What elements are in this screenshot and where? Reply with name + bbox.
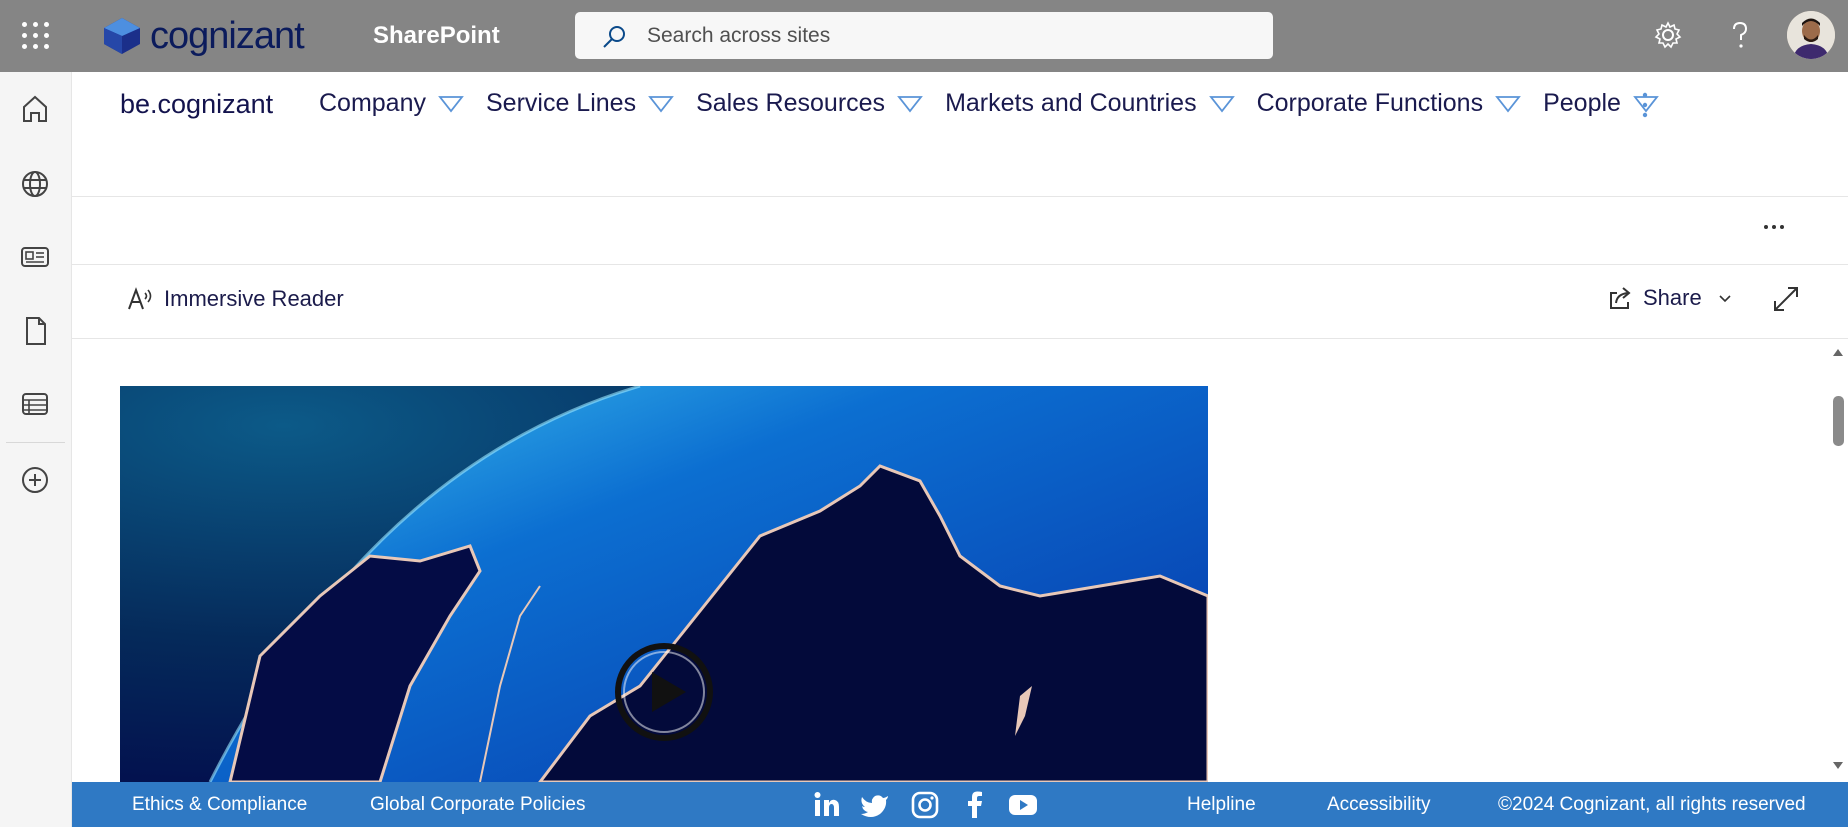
lists-icon[interactable] <box>18 387 52 421</box>
footer-link-policies[interactable]: Global Corporate Policies <box>370 794 585 816</box>
scrollbar-track <box>1833 349 1844 769</box>
linkedin-icon[interactable] <box>812 790 842 820</box>
home-icon[interactable] <box>18 92 52 126</box>
cognizant-logo-mark-icon <box>104 18 140 54</box>
chevron-down-icon <box>648 95 674 112</box>
nav-item-label: People <box>1543 89 1621 117</box>
user-avatar-image-icon <box>1787 11 1835 59</box>
immersive-reader-icon <box>128 287 152 310</box>
suite-bar: cognizant SharePoint <box>0 0 1848 72</box>
search-box[interactable] <box>575 12 1273 59</box>
page-scrollbar[interactable] <box>1828 340 1848 780</box>
news-icon[interactable] <box>18 240 52 274</box>
settings-gear-icon[interactable] <box>1650 17 1686 53</box>
rail-divider <box>6 442 65 443</box>
nav-item-markets-and-countries[interactable]: Markets and Countries <box>945 89 1235 118</box>
globe-icon[interactable] <box>18 167 52 201</box>
nav-item-service-lines[interactable]: Service Lines <box>486 89 674 118</box>
logo-text: cognizant <box>150 14 305 57</box>
search-icon <box>603 26 625 48</box>
more-horizontal-icon[interactable] <box>1759 217 1789 237</box>
search-input[interactable] <box>645 21 1249 51</box>
immersive-reader-label: Immersive Reader <box>164 286 344 311</box>
nav-item-label: Markets and Countries <box>945 89 1197 117</box>
footer-link-helpline[interactable]: Helpline <box>1187 794 1256 816</box>
video-player[interactable] <box>120 386 1208 782</box>
nav-item-label: Company <box>319 89 426 117</box>
chevron-down-icon <box>897 95 923 112</box>
chevron-down-icon <box>438 95 464 112</box>
left-app-rail <box>0 72 72 827</box>
user-avatar[interactable] <box>1787 11 1835 59</box>
page-toolbar: Immersive Reader Share <box>72 265 1848 339</box>
hub-nav-list: Company Service Lines Sales Resources Ma… <box>319 89 1681 118</box>
site-footer: Ethics & Compliance Global Corporate Pol… <box>72 782 1848 827</box>
play-icon[interactable] <box>614 642 714 742</box>
facebook-icon[interactable] <box>960 790 990 820</box>
twitter-icon[interactable] <box>860 790 890 820</box>
share-button[interactable]: Share <box>1607 285 1734 311</box>
footer-link-ethics[interactable]: Ethics & Compliance <box>132 794 307 816</box>
share-label: Share <box>1643 285 1702 310</box>
help-icon[interactable] <box>1722 17 1758 53</box>
footer-copyright: ©2024 Cognizant, all rights reserved <box>1498 794 1806 815</box>
hub-navigation: be.cognizant Company Service Lines Sales… <box>72 72 1848 197</box>
chevron-down-icon <box>1719 295 1731 303</box>
app-name[interactable]: SharePoint <box>373 22 500 50</box>
nav-item-company[interactable]: Company <box>319 89 464 118</box>
create-plus-icon[interactable] <box>18 463 52 497</box>
cognizant-logo[interactable]: cognizant <box>100 14 305 58</box>
page-command-row <box>72 197 1848 265</box>
instagram-icon[interactable] <box>910 790 940 820</box>
more-vertical-icon[interactable] <box>1638 90 1652 120</box>
nav-item-sales-resources[interactable]: Sales Resources <box>696 89 923 118</box>
nav-item-label: Service Lines <box>486 89 637 117</box>
site-name[interactable]: be.cognizant <box>120 89 273 120</box>
nav-item-corporate-functions[interactable]: Corporate Functions <box>1257 89 1522 118</box>
expand-icon[interactable] <box>1772 285 1800 313</box>
nav-item-label: Corporate Functions <box>1256 89 1484 117</box>
footer-link-accessibility[interactable]: Accessibility <box>1327 794 1430 816</box>
app-launcher-icon[interactable] <box>18 18 54 54</box>
immersive-reader-button[interactable]: Immersive Reader <box>126 285 344 313</box>
youtube-icon[interactable] <box>1008 790 1038 820</box>
nav-item-label: Sales Resources <box>696 89 886 117</box>
share-icon <box>1610 287 1631 309</box>
chevron-down-icon <box>1208 95 1235 112</box>
chevron-down-icon <box>1495 95 1521 112</box>
file-icon[interactable] <box>18 314 52 348</box>
